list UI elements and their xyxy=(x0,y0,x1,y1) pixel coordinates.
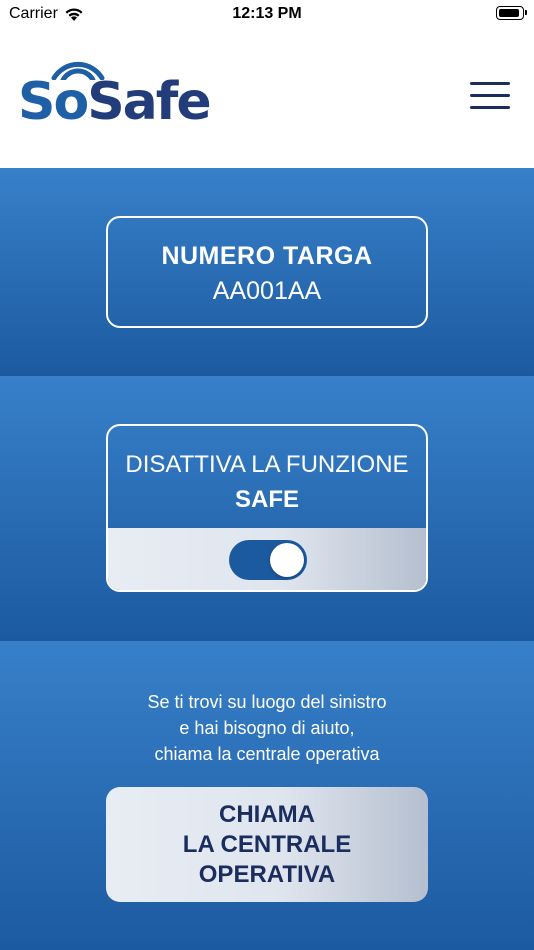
safe-toggle[interactable] xyxy=(229,540,307,580)
logo-safe: Safe xyxy=(87,72,211,132)
call-center-button[interactable]: CHIAMA LA CENTRALE OPERATIVA xyxy=(106,787,428,902)
plate-section: NUMERO TARGA AA001AA xyxy=(0,168,534,376)
help-line1: Se ti trovi su luogo del sinistro xyxy=(147,692,387,712)
help-line3: chiama la centrale operativa xyxy=(154,744,380,764)
status-time: 12:13 PM xyxy=(232,5,302,22)
safe-card: DISATTIVA LA FUNZIONE SAFE xyxy=(106,424,428,592)
help-line2: e hai bisogno di aiuto, xyxy=(179,718,355,738)
battery-icon xyxy=(496,6,527,20)
toggle-knob xyxy=(270,543,304,577)
safe-toggle-area xyxy=(108,528,426,590)
call-line3: OPERATIVA xyxy=(198,860,336,888)
help-section: Se ti trovi su luogo del sinistro e hai … xyxy=(0,641,534,950)
call-line2: LA CENTRALE xyxy=(182,830,352,858)
help-text: Se ti trovi su luogo del sinistro e hai … xyxy=(0,689,534,767)
plate-card: NUMERO TARGA AA001AA xyxy=(106,216,428,328)
status-bar: Carrier 12:13 PM xyxy=(0,0,534,30)
call-line1: CHIAMA xyxy=(219,800,315,828)
plate-label: NUMERO TARGA xyxy=(161,242,373,270)
safe-header: DISATTIVA LA FUNZIONE SAFE xyxy=(108,426,426,528)
logo-text: SoSafe xyxy=(18,72,212,132)
hamburger-icon[interactable] xyxy=(470,82,510,112)
plate-value: AA001AA xyxy=(212,277,322,305)
logo-s: S xyxy=(18,72,55,132)
app-header: SoSafe xyxy=(0,30,534,168)
safe-section: DISATTIVA LA FUNZIONE SAFE xyxy=(0,376,534,641)
logo-o: o xyxy=(53,72,89,132)
sosafe-logo: SoSafe xyxy=(18,56,218,132)
safe-title-line2: SAFE xyxy=(234,486,299,513)
safe-title-line1: DISATTIVA LA FUNZIONE xyxy=(125,451,409,478)
